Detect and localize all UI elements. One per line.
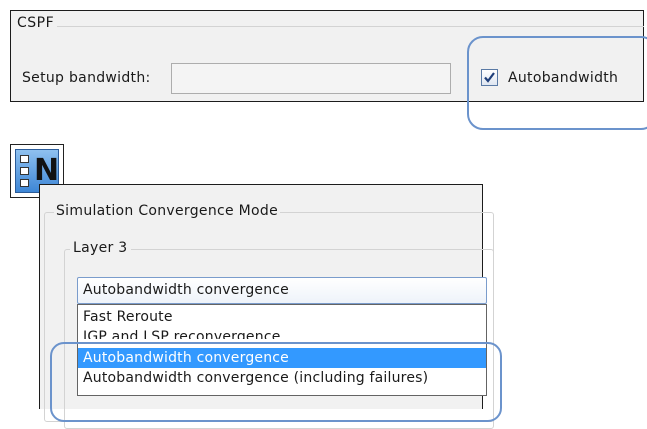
dropdown-option-fast-reroute[interactable]: Fast Reroute <box>78 307 486 327</box>
convergence-mode-select[interactable]: Autobandwidth convergence <box>77 277 487 304</box>
highlight-ring-autobandwidth <box>467 36 647 130</box>
icon-checkbox-1 <box>20 155 29 163</box>
layer3-group-title: Layer 3 <box>70 240 131 256</box>
app-icon-letter: N <box>34 153 60 188</box>
icon-checkbox-2 <box>20 167 29 175</box>
simulation-group-title: Simulation Convergence Mode <box>54 203 281 219</box>
highlight-ring-dropdown <box>50 342 502 422</box>
setup-bandwidth-label: Setup bandwidth: <box>22 70 151 86</box>
convergence-mode-selected-value: Autobandwidth convergence <box>83 282 289 298</box>
dropdown-option-igp-lsp[interactable]: IGP and LSP reconvergence <box>78 327 486 339</box>
cspf-group-title: CSPF <box>17 15 55 31</box>
setup-bandwidth-input[interactable] <box>171 63 451 94</box>
icon-checkbox-3 <box>20 179 29 187</box>
cspf-group-divider <box>57 26 644 27</box>
